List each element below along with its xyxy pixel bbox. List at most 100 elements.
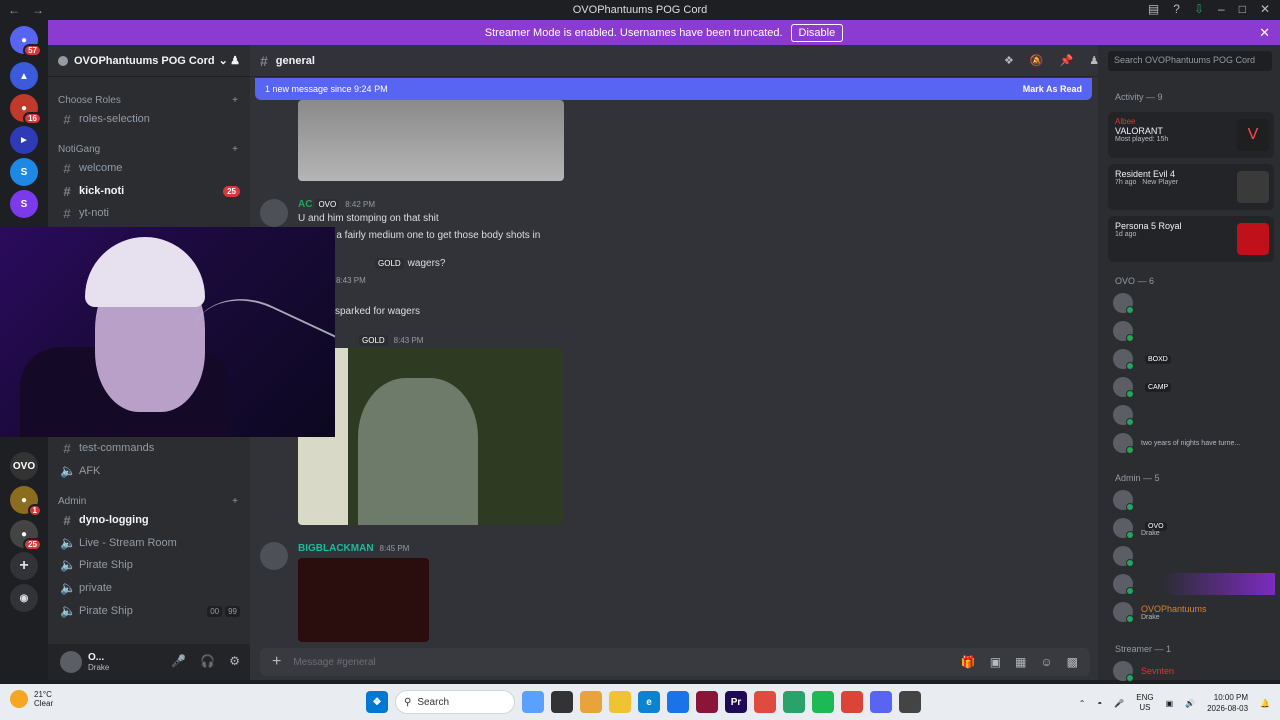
server-icon[interactable]: S	[10, 190, 38, 218]
premiere-icon[interactable]: Pr	[725, 691, 747, 713]
widgets-icon[interactable]	[522, 691, 544, 713]
language-indicator[interactable]: ENG US	[1136, 693, 1153, 713]
close-icon[interactable]: ✕	[1260, 2, 1270, 16]
category-choose-roles[interactable]: Choose Roles +	[58, 95, 238, 106]
message-image[interactable]	[298, 558, 429, 642]
server-icon[interactable]: ● 25	[10, 520, 42, 551]
channel-roles-selection[interactable]: # roles-selection	[58, 109, 240, 129]
help-icon[interactable]: ?	[1173, 2, 1180, 16]
message-composer[interactable]: + Message #general 🎁 ▣ ▦ ☺ ▩	[260, 648, 1090, 676]
server-icon[interactable]: ▲	[10, 62, 38, 90]
app-icon[interactable]	[667, 691, 689, 713]
channel-kick-noti[interactable]: # kick-noti 25	[58, 181, 240, 201]
task-view-icon[interactable]	[551, 691, 573, 713]
member-item[interactable]	[1113, 573, 1275, 595]
message-input[interactable]: Message #general	[293, 657, 375, 668]
server-icon[interactable]: ● 16	[10, 94, 42, 125]
mute-icon[interactable]: 🎤	[171, 654, 186, 668]
mark-as-read-button[interactable]: Mark As Read	[1023, 84, 1082, 94]
channel-welcome[interactable]: # welcome	[58, 158, 240, 178]
new-messages-bar[interactable]: 1 new message since 9:24 PM Mark As Read	[255, 78, 1092, 100]
message-gif[interactable]	[298, 348, 564, 525]
channel-dyno-logging[interactable]: # dyno-logging	[58, 510, 240, 530]
discover-icon[interactable]: ◉	[10, 584, 38, 612]
emoji-icon[interactable]: ☺	[1040, 655, 1052, 669]
gif-icon[interactable]: ▣	[990, 655, 1001, 669]
maximize-icon[interactable]: □	[1239, 2, 1246, 16]
guild-header[interactable]: OVOPhantuums POG Cord ⌄ ♟	[48, 45, 250, 77]
add-channel-icon[interactable]: +	[232, 496, 238, 507]
taskbar-search[interactable]: ⚲ Search	[395, 690, 515, 714]
server-icon[interactable]: ►	[10, 126, 38, 154]
server-icon[interactable]: S	[10, 158, 38, 186]
channel-test-commands[interactable]: # test-commands	[58, 438, 240, 458]
channel-pirate-ship[interactable]: 🔈 Pirate Ship	[58, 555, 240, 575]
app-icon[interactable]	[783, 691, 805, 713]
server-icon[interactable]: ● 1	[10, 486, 42, 517]
volume-icon[interactable]: 🔊	[1185, 699, 1195, 708]
download-icon[interactable]: ⇩	[1194, 2, 1204, 16]
app-icon[interactable]	[696, 691, 718, 713]
inbox-icon[interactable]: ▤	[1148, 2, 1159, 16]
file-explorer-icon[interactable]	[609, 691, 631, 713]
start-icon[interactable]: ❖	[366, 691, 388, 713]
category-admin[interactable]: Admin +	[58, 496, 238, 507]
member-item[interactable]: BOXD	[1113, 348, 1275, 370]
minimize-icon[interactable]: –	[1218, 2, 1225, 16]
app-icon[interactable]	[899, 691, 921, 713]
chrome-icon[interactable]	[841, 691, 863, 713]
activity-card[interactable]: Persona 5 Royal 1d ago	[1108, 216, 1274, 262]
member-item[interactable]	[1113, 292, 1275, 314]
threads-icon[interactable]: ❖	[1004, 54, 1014, 67]
add-attachment-icon[interactable]: +	[272, 653, 281, 671]
channel-pirate-ship-2[interactable]: 🔈 Pirate Ship 00 99	[58, 601, 240, 621]
member-item[interactable]	[1113, 320, 1275, 342]
gift-icon[interactable]: 🎁	[961, 655, 976, 669]
home-button[interactable]: ● 57	[10, 26, 42, 57]
message-author[interactable]: AC	[298, 199, 312, 210]
spotify-icon[interactable]	[812, 691, 834, 713]
add-channel-icon[interactable]: +	[232, 144, 238, 155]
message-author[interactable]: BIGBLACKMAN	[298, 543, 374, 554]
banner-close-icon[interactable]: ✕	[1259, 25, 1270, 41]
member-item[interactable]	[1113, 545, 1275, 567]
clock[interactable]: 10:00 PM 2026-08-03	[1207, 692, 1248, 714]
sticker-icon[interactable]: ▦	[1015, 655, 1026, 669]
chevron-up-icon[interactable]: ⌃	[1079, 699, 1086, 708]
app-icon[interactable]	[754, 691, 776, 713]
network-icon[interactable]: ◓	[1097, 699, 1102, 708]
notification-bell-icon[interactable]: 🔔	[1260, 699, 1270, 708]
message-image[interactable]	[298, 100, 564, 181]
copilot-icon[interactable]	[580, 691, 602, 713]
channel-private[interactable]: 🔈 private	[58, 578, 240, 598]
add-server-icon[interactable]: +	[10, 552, 38, 580]
member-item[interactable]: OVO Drake	[1113, 517, 1275, 539]
member-item[interactable]: OVOPhantuums Drake	[1113, 601, 1275, 623]
member-item[interactable]: CAMP	[1113, 376, 1275, 398]
search-input[interactable]: Search OVOPhantuums POG Cord	[1108, 51, 1272, 71]
member-item[interactable]: two years of nights have turne...	[1113, 432, 1275, 454]
member-item[interactable]: Sevnten	[1113, 660, 1275, 682]
weather-widget[interactable]: 21°C Clear	[10, 690, 53, 708]
member-item[interactable]	[1113, 404, 1275, 426]
invite-icon[interactable]: ♟	[230, 54, 240, 67]
gear-icon[interactable]: ⚙	[229, 654, 240, 668]
channel-yt-noti[interactable]: # yt-noti	[58, 203, 240, 223]
notification-icon[interactable]: 🔕	[1030, 54, 1044, 67]
channel-live-stream-room[interactable]: 🔈 Live - Stream Room	[58, 533, 240, 553]
headphones-icon[interactable]: 🎧	[200, 654, 215, 668]
member-item[interactable]	[1113, 489, 1275, 511]
avatar[interactable]	[260, 199, 288, 227]
activity-card[interactable]: Resident Evil 4 7h ago New Player	[1108, 164, 1274, 210]
edge-icon[interactable]: e	[638, 691, 660, 713]
avatar[interactable]	[60, 651, 82, 673]
channel-afk[interactable]: 🔈 AFK	[58, 461, 240, 481]
mic-icon[interactable]: 🎤	[1114, 699, 1124, 708]
category-notigang[interactable]: NotiGang +	[58, 144, 238, 155]
server-icon[interactable]: OVO	[10, 452, 38, 480]
pin-icon[interactable]: 📌	[1060, 54, 1074, 67]
add-channel-icon[interactable]: +	[232, 95, 238, 106]
disable-button[interactable]: Disable	[790, 23, 844, 42]
display-icon[interactable]: ▣	[1166, 699, 1174, 708]
discord-icon[interactable]	[870, 691, 892, 713]
